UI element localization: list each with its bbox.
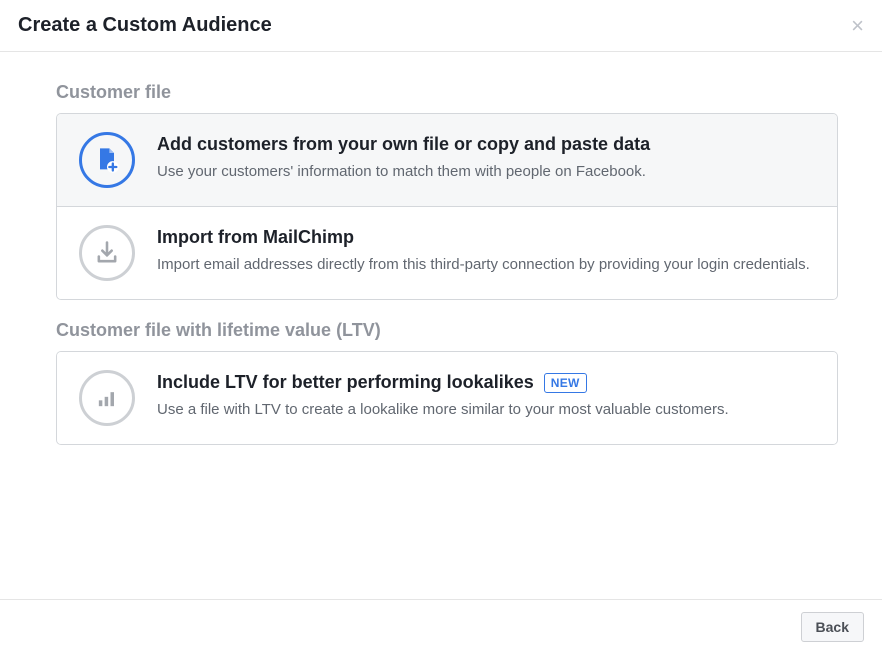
import-icon: [79, 225, 135, 281]
ltv-options: Include LTV for better performing lookal…: [56, 351, 838, 445]
option-desc: Use your customers' information to match…: [157, 161, 815, 182]
close-icon[interactable]: ×: [851, 15, 864, 37]
option-import-mailchimp[interactable]: Import from MailChimp Import email addre…: [57, 206, 837, 299]
option-content: Include LTV for better performing lookal…: [157, 370, 815, 420]
option-desc: Use a file with LTV to create a lookalik…: [157, 399, 815, 420]
new-badge: NEW: [544, 373, 587, 393]
file-add-icon: [79, 132, 135, 188]
customer-file-options: Add customers from your own file or copy…: [56, 113, 838, 300]
option-title: Add customers from your own file or copy…: [157, 134, 650, 155]
option-title: Include LTV for better performing lookal…: [157, 372, 534, 393]
option-include-ltv[interactable]: Include LTV for better performing lookal…: [57, 352, 837, 444]
back-button[interactable]: Back: [801, 612, 864, 642]
section-label-customer-file: Customer file: [56, 82, 838, 103]
dialog-header: Create a Custom Audience ×: [0, 0, 882, 52]
dialog-title: Create a Custom Audience: [18, 14, 272, 37]
option-content: Import from MailChimp Import email addre…: [157, 225, 815, 275]
create-custom-audience-dialog: Create a Custom Audience × Customer file…: [0, 0, 882, 654]
option-title: Import from MailChimp: [157, 227, 354, 248]
dialog-footer: Back: [0, 599, 882, 654]
dialog-body: Customer file Add customers from your ow…: [0, 52, 882, 599]
option-content: Add customers from your own file or copy…: [157, 132, 815, 182]
option-desc: Import email addresses directly from thi…: [157, 254, 815, 275]
option-add-customers-from-file[interactable]: Add customers from your own file or copy…: [57, 114, 837, 206]
section-label-ltv: Customer file with lifetime value (LTV): [56, 320, 838, 341]
bar-chart-icon: [79, 370, 135, 426]
